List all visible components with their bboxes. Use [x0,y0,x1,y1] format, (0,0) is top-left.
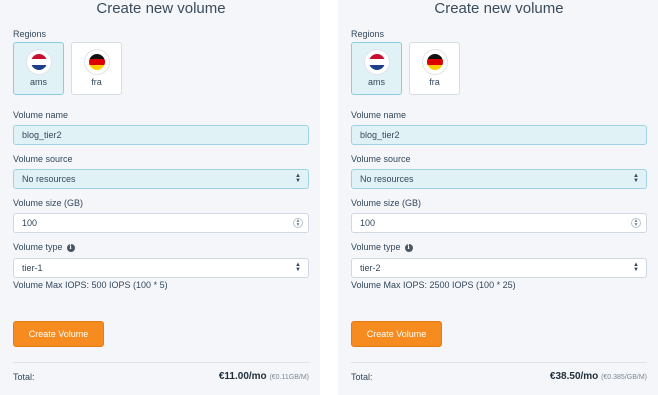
select-arrows-icon: ▲ ▼ [295,173,301,184]
volume-type-label: Volume type i [351,242,413,253]
region-option-fra[interactable]: fra [71,42,122,95]
volume-type-value: tier-1 [22,263,43,273]
total-price: €38.50/mo (€0.385/GB/M) [549,371,647,382]
netherlands-flag-icon [26,50,51,74]
netherlands-flag-icon [364,50,389,74]
volume-name-label: Volume name [13,110,69,120]
volume-source-label: Volume source [13,154,73,164]
volume-name-input[interactable]: blog_tier2 [13,125,309,145]
volume-size-input[interactable]: 100 ▲ ▼ [351,213,647,233]
panel-title: Create new volume [96,0,226,17]
info-icon[interactable]: i [66,243,75,252]
panel-content: Create new volume Regions ams fra Volume… [13,0,309,395]
panel-title: Create new volume [434,0,564,17]
region-option-ams[interactable]: ams [351,42,402,95]
select-arrows-icon: ▲ ▼ [633,173,639,184]
region-selector: ams fra [351,42,460,95]
create-volume-button[interactable]: Create Volume [351,321,442,347]
volume-size-value: 100 [22,218,38,228]
total-label: Total: [351,372,373,382]
create-volume-panel-tier2: Create new volume Regions ams fra Volume… [338,0,658,395]
volume-type-value: tier-2 [360,263,381,273]
select-arrows-icon: ▲ ▼ [633,262,639,273]
region-option-ams[interactable]: ams [13,42,64,95]
volume-source-value: No resources [360,174,414,184]
volume-type-select[interactable]: tier-1 ▲ ▼ [13,258,309,278]
volume-source-label: Volume source [351,154,411,164]
region-label-ams: ams [29,77,47,87]
region-label-fra: fra [429,77,440,87]
germany-flag-icon [422,50,447,74]
create-volume-panel-tier1: Create new volume Regions ams fra Volume… [0,0,320,395]
region-option-fra[interactable]: fra [409,42,460,95]
info-icon[interactable]: i [404,243,413,252]
create-volume-button[interactable]: Create Volume [13,321,104,347]
regions-label: Regions [351,29,385,39]
select-arrows-icon: ▲ ▼ [295,262,301,273]
max-iops-text: Volume Max IOPS: 500 IOPS (100 * 5) [13,280,168,290]
region-selector: ams fra [13,42,122,95]
volume-size-value: 100 [360,218,376,228]
total-price: €11.00/mo (€0.11GB/M) [218,371,309,382]
max-iops-text: Volume Max IOPS: 2500 IOPS (100 * 25) [351,280,516,290]
volume-type-select[interactable]: tier-2 ▲ ▼ [351,258,647,278]
stepper-icon[interactable]: ▲ ▼ [631,218,641,228]
stepper-icon[interactable]: ▲ ▼ [293,218,303,228]
total-rate: (€0.385/GB/M) [601,374,647,381]
divider [351,362,647,363]
total-rate: (€0.11GB/M) [269,374,309,381]
region-label-ams: ams [367,77,385,87]
volume-type-label: Volume type i [13,242,75,253]
volume-size-input[interactable]: 100 ▲ ▼ [13,213,309,233]
regions-label: Regions [13,29,47,39]
total-label: Total: [13,372,35,382]
volume-name-input[interactable]: blog_tier2 [351,125,647,145]
region-label-fra: fra [91,77,102,87]
volume-source-select[interactable]: No resources ▲ ▼ [13,169,309,189]
volume-size-label: Volume size (GB) [13,198,84,208]
volume-name-label: Volume name [351,110,407,120]
germany-flag-icon [84,50,109,74]
volume-source-value: No resources [22,174,76,184]
panel-content: Create new volume Regions ams fra Volume… [351,0,647,395]
volume-source-select[interactable]: No resources ▲ ▼ [351,169,647,189]
volume-size-label: Volume size (GB) [351,198,422,208]
divider [13,362,309,363]
